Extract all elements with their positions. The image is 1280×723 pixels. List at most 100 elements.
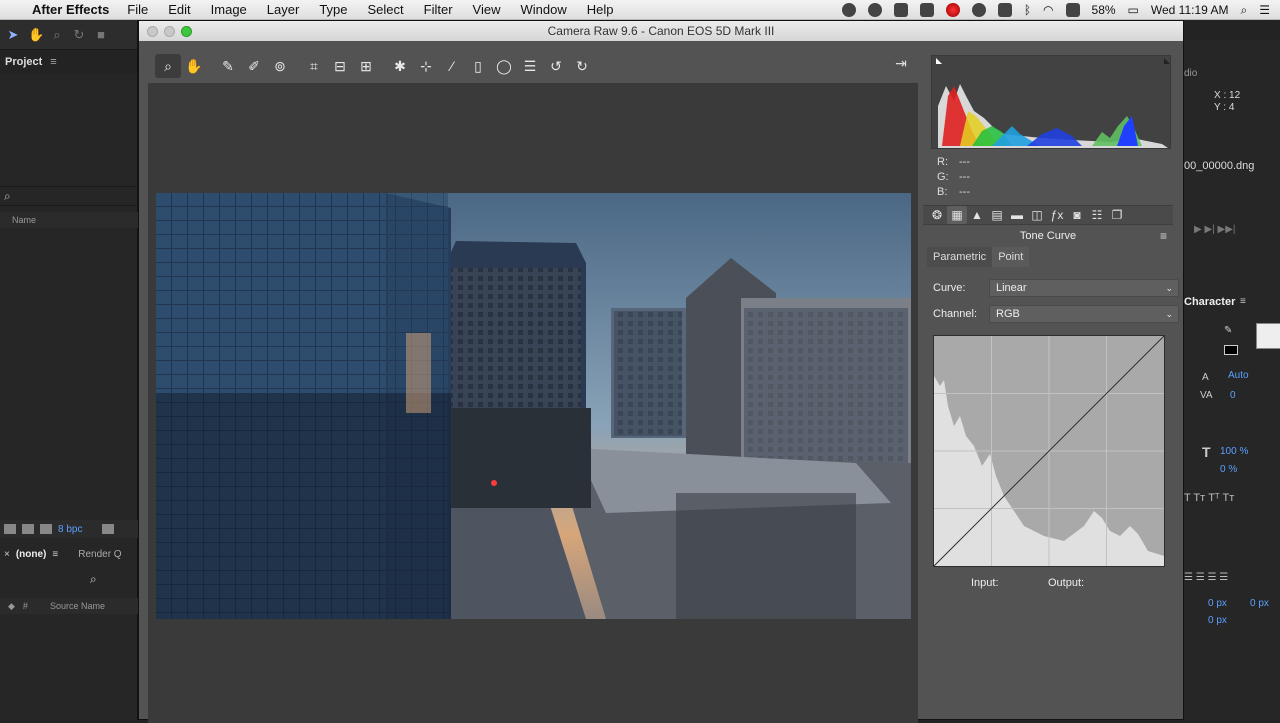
snapshots-panel-icon[interactable]: ❐ — [1107, 206, 1127, 224]
photo-preview[interactable] — [156, 193, 911, 619]
bluetooth-icon[interactable]: ᛒ — [1024, 3, 1031, 17]
timeline-search-icon[interactable]: ⌕ — [90, 572, 97, 587]
crop-tool-icon[interactable]: ⌗ — [301, 54, 327, 78]
character-panel-menu-icon[interactable]: ≡ — [1240, 296, 1246, 307]
do-not-disturb-icon[interactable] — [971, 3, 986, 17]
airplay-icon[interactable] — [997, 3, 1012, 17]
camera-calibration-panel-icon[interactable]: ◙ — [1067, 206, 1087, 224]
adjustment-brush-icon[interactable]: ⁄ — [439, 54, 465, 78]
red-eye-tool-icon[interactable]: ⊹ — [413, 54, 439, 78]
source-name-column[interactable]: Source Name — [50, 601, 105, 611]
dropbox-icon[interactable] — [919, 3, 934, 17]
zoom-window-button[interactable] — [181, 26, 192, 37]
bit-depth-button[interactable]: 8 bpc — [58, 524, 82, 535]
name-column-header[interactable]: Name — [0, 212, 138, 228]
app-menu[interactable]: After Effects — [32, 2, 109, 17]
new-composition-icon[interactable] — [40, 524, 52, 534]
zoom-tool-icon[interactable]: ⌕ — [50, 27, 64, 42]
input-source-icon[interactable] — [1065, 3, 1080, 17]
notification-center-icon[interactable]: ☰ — [1259, 3, 1270, 17]
screen-record-icon[interactable] — [945, 3, 960, 17]
fullscreen-toggle-icon[interactable]: ⇥ — [889, 55, 913, 77]
selection-tool-icon[interactable]: ➤ — [6, 27, 20, 42]
menu-view[interactable]: View — [473, 2, 501, 17]
black-swatch[interactable] — [1224, 345, 1238, 355]
effects-panel-icon[interactable]: ƒx — [1047, 206, 1067, 224]
menu-file[interactable]: File — [127, 2, 148, 17]
close-window-button[interactable] — [147, 26, 158, 37]
menu-edit[interactable]: Edit — [168, 2, 190, 17]
tone-curve-graph[interactable] — [933, 335, 1165, 567]
radial-filter-icon[interactable]: ◯ — [491, 54, 517, 78]
interpret-footage-icon[interactable] — [4, 524, 16, 534]
curve-select[interactable]: Linear ⌄ — [989, 279, 1179, 297]
tone-curve-panel-icon[interactable]: ▦ — [947, 206, 967, 224]
character-panel-title[interactable]: Character — [1184, 296, 1235, 308]
menu-window[interactable]: Window — [521, 2, 567, 17]
menu-filter[interactable]: Filter — [424, 2, 453, 17]
lens-corrections-panel-icon[interactable]: ◫ — [1027, 206, 1047, 224]
graduated-filter-icon[interactable]: ▯ — [465, 54, 491, 78]
menu-layer[interactable]: Layer — [267, 2, 300, 17]
panel-menu-icon[interactable]: ≡ — [1160, 229, 1167, 243]
baseline-value[interactable]: 0 % — [1220, 464, 1237, 475]
straighten-tool-icon[interactable]: ⊟ — [327, 54, 353, 78]
paragraph-align-icons[interactable]: ☰ ☰ ☰ ☰ — [1184, 572, 1228, 583]
app-status-icon[interactable] — [893, 3, 908, 17]
preferences-list-icon[interactable]: ☰ — [517, 54, 543, 78]
indent-left-value[interactable]: 0 px — [1208, 598, 1227, 609]
creative-cloud-icon[interactable] — [867, 3, 882, 17]
indent-right-value[interactable]: 0 px — [1208, 615, 1227, 626]
new-folder-icon[interactable] — [22, 524, 34, 534]
basic-panel-icon[interactable]: ❂ — [927, 206, 947, 224]
minimize-window-button[interactable] — [164, 26, 175, 37]
hand-tool-icon[interactable]: ✋ — [181, 54, 207, 78]
battery-icon[interactable]: ▭ — [1128, 3, 1139, 17]
white-balance-tool-icon[interactable]: ✎ — [215, 54, 241, 78]
timeline-tab[interactable]: (none) — [16, 549, 47, 560]
transform-tool-icon[interactable]: ⊞ — [353, 54, 379, 78]
menu-image[interactable]: Image — [211, 2, 247, 17]
clock[interactable]: Wed 11:19 AM — [1151, 3, 1229, 17]
rotate-ccw-icon[interactable]: ↺ — [543, 54, 569, 78]
wifi-icon[interactable]: ◠ — [1043, 3, 1053, 17]
detail-panel-icon[interactable]: ▲ — [967, 206, 987, 224]
menu-help[interactable]: Help — [587, 2, 614, 17]
battery-percent[interactable]: 58% — [1092, 3, 1116, 17]
render-queue-tab[interactable]: Render Q — [78, 549, 121, 560]
image-preview-area[interactable] — [148, 83, 918, 723]
channel-select[interactable]: RGB ⌄ — [989, 305, 1179, 323]
tab-parametric[interactable]: Parametric — [927, 247, 993, 267]
zoom-tool-icon[interactable]: ⌕ — [155, 54, 181, 78]
menu-type[interactable]: Type — [319, 2, 347, 17]
rotate-tool-icon[interactable]: ↻ — [72, 27, 86, 42]
spotlight-icon[interactable]: ⌕ — [1241, 3, 1248, 18]
info-panel-tab[interactable]: dio — [1184, 68, 1197, 79]
tracking-value[interactable]: 0 — [1230, 390, 1236, 401]
fill-color-swatch[interactable] — [1256, 323, 1280, 349]
preview-controls-icon[interactable]: ▶ ▶| ▶▶| — [1194, 224, 1236, 235]
hsl-panel-icon[interactable]: ▤ — [987, 206, 1007, 224]
space-before-value[interactable]: 0 px — [1250, 598, 1269, 609]
trash-icon[interactable] — [102, 524, 115, 534]
targeted-adjustment-tool-icon[interactable]: ⊚ — [267, 54, 293, 78]
panel-menu-icon[interactable]: ≡ — [50, 56, 56, 68]
presets-panel-icon[interactable]: ☷ — [1087, 206, 1107, 224]
close-tab-icon[interactable]: × — [4, 549, 10, 560]
menu-select[interactable]: Select — [368, 2, 404, 17]
hand-tool-icon[interactable]: ✋ — [28, 27, 44, 42]
project-search[interactable]: ⌕ — [0, 186, 138, 206]
leading-value[interactable]: Auto — [1228, 370, 1249, 381]
window-titlebar[interactable]: Camera Raw 9.6 - Canon EOS 5D Mark III — [139, 21, 1183, 41]
tab-menu-icon[interactable]: ≡ — [52, 549, 58, 560]
text-style-buttons[interactable]: T Tт Tᵀ Tт — [1184, 492, 1234, 504]
camera-tool-icon[interactable]: ■ — [94, 27, 108, 42]
split-toning-panel-icon[interactable]: ▬ — [1007, 206, 1027, 224]
tab-point[interactable]: Point — [992, 247, 1030, 267]
spot-removal-tool-icon[interactable]: ✱ — [387, 54, 413, 78]
record-icon[interactable] — [841, 3, 856, 17]
project-panel-header[interactable]: Project ≡ — [0, 50, 137, 74]
rotate-cw-icon[interactable]: ↻ — [569, 54, 595, 78]
eyedropper-icon[interactable]: ✎ — [1224, 325, 1232, 336]
label-icon[interactable]: ◆ — [8, 601, 15, 612]
